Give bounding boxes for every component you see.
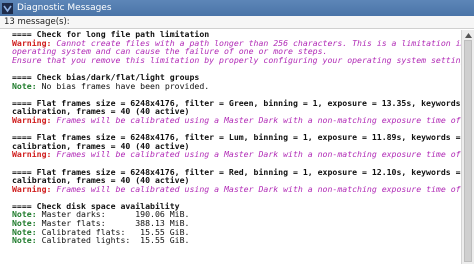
message-text: Frames will be calibrated using a Master… — [56, 183, 461, 194]
scroll-up-button[interactable] — [462, 30, 474, 40]
warning-line: Warning: Frames will be calibrated using… — [12, 183, 462, 194]
message-count: 13 message(s): — [4, 17, 70, 27]
note-label: Note: — [12, 235, 37, 246]
note-line: Note: No bias frames have been provided. — [12, 80, 462, 91]
window-title: Diagnostic Messages — [17, 3, 112, 13]
pixinsight-app-icon — [2, 2, 13, 14]
triangle-up-icon — [464, 32, 472, 38]
warning-label: Warning: — [12, 114, 52, 125]
messages-area[interactable]: ==== Check for long file path limitation… — [0, 30, 462, 264]
message-text: No bias frames have been provided. — [36, 80, 210, 91]
message-text: Calibrated lights: 15.55 GiB. — [36, 235, 190, 246]
warning-label: Warning: — [12, 149, 52, 160]
title-bar[interactable]: Diagnostic Messages — [0, 0, 474, 16]
message-count-bar: 13 message(s): — [0, 16, 474, 29]
message-text: Frames will be calibrated using a Master… — [56, 149, 461, 160]
warning-line: Warning: Frames will be calibrated using… — [12, 150, 462, 159]
note-line: Note: Calibrated lights: 15.55 GiB. — [12, 236, 462, 245]
message-text: Ensure that you remove this limitation b… — [12, 54, 462, 65]
warning-label: Warning: — [12, 183, 52, 194]
vertical-scrollbar[interactable] — [461, 30, 474, 264]
scroll-thumb[interactable] — [464, 40, 472, 262]
warning-line: Ensure that you remove this limitation b… — [12, 54, 462, 65]
note-label: Note: — [12, 80, 37, 91]
diagnostic-messages-window: Diagnostic Messages 13 message(s): ==== … — [0, 0, 474, 264]
message-text: Frames will be calibrated using a Master… — [56, 114, 461, 125]
warning-line: Warning: Frames will be calibrated using… — [12, 116, 462, 125]
